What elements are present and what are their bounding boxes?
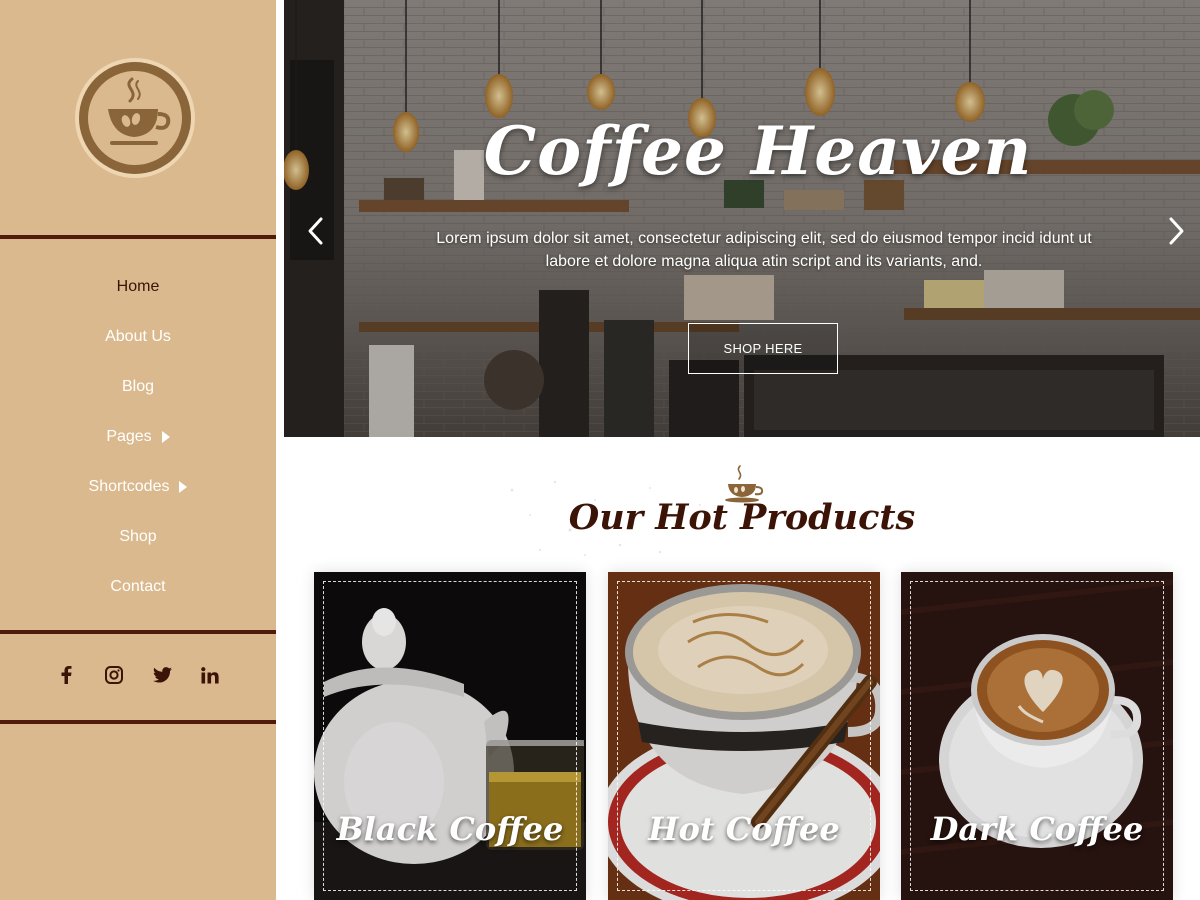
product-card-hot-coffee[interactable]: Hot Coffee (608, 572, 880, 900)
product-name: Dark Coffee (930, 810, 1144, 848)
nav-item-label: Home (116, 278, 160, 295)
nav-item-shop[interactable]: Shop (0, 512, 276, 562)
sidebar: Home About Us Blog Pages Shortcodes Shop… (0, 0, 276, 900)
chevron-right-icon[interactable] (1164, 216, 1188, 246)
product-card-black-coffee[interactable]: Black Coffee (314, 572, 586, 900)
nav-item-pages[interactable]: Pages (0, 412, 276, 462)
nav-item-contact[interactable]: Contact (0, 562, 276, 612)
nav-item-label: Contact (110, 578, 166, 595)
hero-description: Lorem ipsum dolor sit amet, consectetur … (436, 230, 1092, 270)
nav-item-blog[interactable]: Blog (0, 362, 276, 412)
shop-here-button[interactable]: SHOP HERE (688, 323, 838, 374)
instagram-icon[interactable] (101, 661, 127, 689)
nav-item-home[interactable]: Home (0, 262, 276, 312)
sidebar-divider-bottom (0, 720, 276, 724)
sidebar-divider-top (0, 235, 276, 239)
caret-right-icon (179, 481, 188, 493)
nav-item-label: About Us (105, 328, 171, 345)
main-nav: Home About Us Blog Pages Shortcodes Shop… (0, 262, 276, 612)
hero-title: Coffee Heaven (483, 112, 1033, 190)
coffee-cup-logo-icon[interactable] (74, 57, 196, 179)
hero-slider: Coffee Heaven Lorem ipsum dolor sit amet… (284, 0, 1200, 437)
product-name: Black Coffee (336, 810, 564, 848)
nav-item-shortcodes[interactable]: Shortcodes (0, 462, 276, 512)
twitter-icon[interactable] (149, 661, 175, 689)
section-title: Our Hot Products (568, 497, 916, 538)
nav-item-label: Pages (106, 428, 152, 445)
linkedin-icon[interactable] (197, 661, 223, 689)
social-links (0, 661, 276, 689)
chevron-left-icon[interactable] (304, 216, 328, 246)
nav-item-about-us[interactable]: About Us (0, 312, 276, 362)
product-name: Hot Coffee (648, 810, 840, 848)
nav-item-label: Shortcodes (88, 478, 170, 495)
sidebar-divider-middle (0, 630, 276, 634)
caret-right-icon (161, 431, 170, 443)
nav-item-label: Shop (119, 528, 157, 545)
facebook-icon[interactable] (53, 661, 79, 689)
nav-item-label: Blog (121, 378, 155, 395)
product-card-dark-coffee[interactable]: Dark Coffee (901, 572, 1173, 900)
